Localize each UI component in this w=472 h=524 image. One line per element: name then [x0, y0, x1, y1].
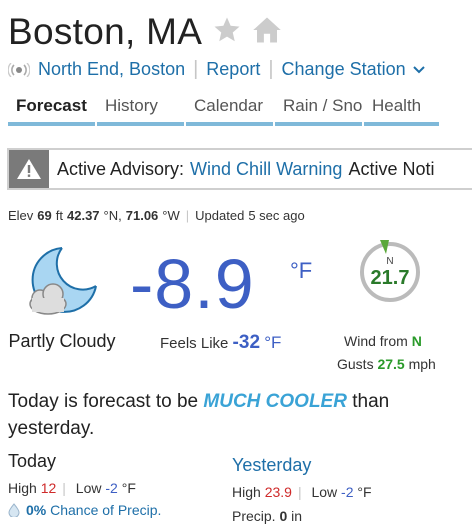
divider: |: [62, 480, 66, 496]
station-meta: Elev 69 ft 42.37 °N, 71.06 °W | Updated …: [8, 208, 305, 223]
feels-like-label: Feels Like: [160, 335, 229, 352]
lon-dir: °W: [162, 208, 180, 223]
divider: |: [193, 58, 199, 80]
location-header: Boston, MA: [8, 10, 282, 54]
advisory-warning-link[interactable]: Wind Chill Warning: [190, 159, 342, 180]
today-precip-label: Chance of Precip.: [50, 502, 162, 518]
condition-text: Partly Cloudy: [8, 331, 116, 351]
today-unit: °F: [121, 480, 136, 496]
divider: |: [185, 208, 190, 223]
feels-like-unit: °F: [264, 333, 282, 352]
yesterday-high-label: High: [232, 484, 261, 500]
updated-value: 5 sec ago: [248, 208, 305, 223]
gusts-unit: mph: [408, 356, 436, 372]
feels-like: Feels Like -32 °F: [160, 332, 281, 354]
station-name-link[interactable]: North End, Boston: [38, 59, 185, 80]
wind-from-label: Wind from: [344, 333, 408, 349]
feels-like-value: -32: [232, 332, 261, 353]
today-low-value: -2: [105, 480, 118, 496]
today-precip[interactable]: 0% Chance of Precip.: [8, 502, 161, 518]
current-temperature: -8.9: [130, 245, 255, 323]
wind-compass: N 21.7: [356, 236, 424, 309]
tab-forecast[interactable]: Forecast: [8, 96, 95, 126]
today-high-low: High 12 | Low -2 °F: [8, 480, 136, 496]
yesterday-precip: Precip. 0 in: [232, 508, 302, 524]
elev-value: 69: [37, 208, 52, 223]
advisory-tail: Active Noti: [348, 158, 435, 179]
tab-calendar[interactable]: Calendar: [186, 96, 273, 126]
yesterday-high-low: High 23.9 | Low -2 °F: [232, 484, 372, 500]
yesterday-title[interactable]: Yesterday: [232, 455, 311, 476]
wind-speed: 21.7: [371, 267, 410, 289]
today-title: Today: [8, 451, 57, 471]
wind-from: Wind from N: [344, 333, 422, 349]
today-high-value: 12: [40, 480, 57, 496]
tab-health[interactable]: Health: [364, 96, 439, 126]
gusts-label: Gusts: [337, 356, 374, 372]
summary-pre: Today is forecast to be: [8, 391, 204, 412]
star-icon[interactable]: [212, 15, 242, 50]
warning-icon: [9, 150, 49, 188]
summary-highlight: MUCH COOLER: [203, 391, 347, 412]
forecast-summary: Today is forecast to be MUCH COOLER than…: [8, 388, 428, 442]
wind-gusts: Gusts 27.5 mph: [337, 356, 436, 372]
today-high-label: High: [8, 480, 37, 496]
change-station-link[interactable]: Change Station: [282, 59, 406, 80]
updated-label: Updated: [195, 208, 245, 223]
yesterday-low-label: Low: [311, 484, 338, 500]
today-precip-value: 0%: [26, 502, 47, 518]
lon-value: 71.06: [125, 208, 159, 223]
divider: |: [297, 484, 302, 500]
lat-value: 42.37: [67, 208, 100, 223]
yesterday-precip-unit: in: [291, 508, 303, 524]
chevron-down-icon[interactable]: [412, 59, 426, 80]
wind-direction: N: [411, 333, 422, 349]
tab-rain-snow[interactable]: Rain / Snow: [275, 96, 362, 126]
advisory-label: Active Advisory:: [57, 158, 185, 179]
yesterday-unit: °F: [357, 484, 372, 500]
advisory-banner[interactable]: Active Advisory: Wind Chill Warning Acti…: [7, 148, 472, 190]
temperature-unit-toggle[interactable]: °F: [290, 258, 312, 284]
gusts-value: 27.5: [377, 356, 405, 372]
compass-letter: N: [386, 256, 393, 267]
nav-tabs: Forecast History Calendar Rain / Snow He…: [8, 96, 439, 126]
lat-dir: °N,: [103, 208, 122, 223]
raindrop-icon: [8, 503, 20, 517]
divider: |: [268, 58, 274, 80]
elev-unit: ft: [55, 208, 63, 223]
tab-history[interactable]: History: [97, 96, 184, 126]
yesterday-high-value: 23.9: [264, 484, 292, 500]
home-icon[interactable]: [252, 15, 282, 50]
elev-label: Elev: [8, 208, 34, 223]
report-link[interactable]: Report: [206, 59, 260, 80]
partly-cloudy-night-icon: [22, 240, 102, 325]
yesterday-precip-label: Precip.: [232, 508, 276, 524]
today-low-label: Low: [75, 480, 102, 496]
city-title: Boston, MA: [8, 11, 203, 52]
signal-icon: [8, 62, 30, 77]
station-bar: North End, Boston | Report | Change Stat…: [8, 58, 426, 81]
yesterday-precip-value: 0: [279, 508, 288, 524]
yesterday-low-value: -2: [341, 484, 354, 500]
